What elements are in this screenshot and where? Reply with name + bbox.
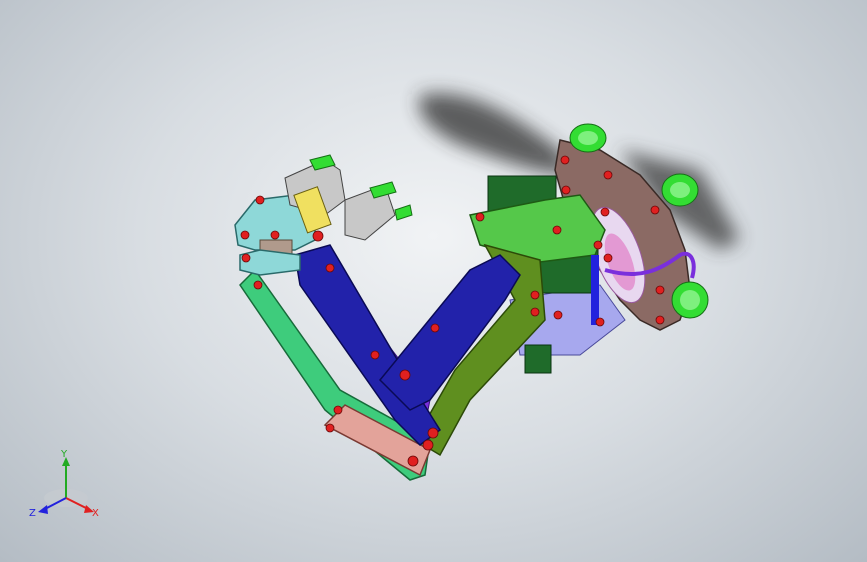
orientation-triad[interactable]: Y X Z [26,448,106,528]
vertical-post [591,255,599,325]
3d-viewport[interactable]: Y X Z [0,0,867,562]
robot-arm-assembly-model[interactable] [0,0,867,562]
wrist-lower-bracket [239,249,301,276]
y-axis-label: Y [60,449,68,460]
x-axis-label: X [92,508,99,519]
z-axis-label: Z [29,508,36,519]
